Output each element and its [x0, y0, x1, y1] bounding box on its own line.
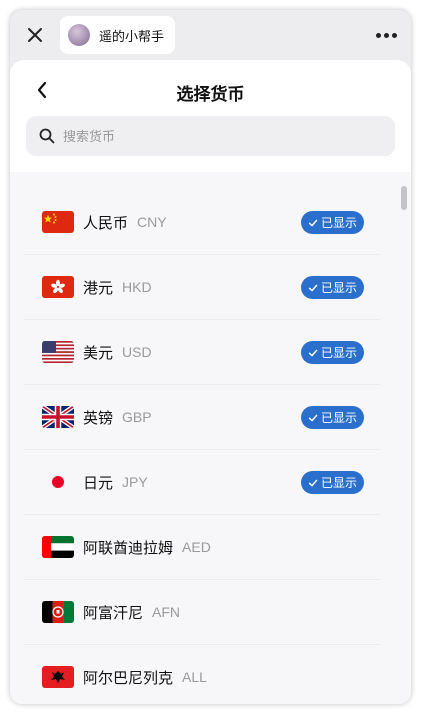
top-bar: 遥的小帮手 [10, 10, 411, 60]
sheet-header: 选择货币 [10, 60, 411, 172]
albania-flag-icon [42, 666, 74, 688]
currency-code: JPY [122, 474, 148, 490]
currency-code: AFN [152, 604, 181, 620]
currency-code: CNY [137, 214, 167, 230]
close-icon [28, 28, 42, 42]
list-item[interactable]: 人民币 CNY 已显示 [24, 190, 380, 255]
currency-name: 美元 [83, 344, 114, 362]
avatar [68, 24, 90, 46]
list-item[interactable]: 美元 USD 已显示 [24, 320, 380, 385]
currency-name: 港元 [83, 279, 114, 297]
mini-program-window: 遥的小帮手 选择货币 人民币 CNY [10, 10, 411, 704]
china-flag-icon [42, 211, 74, 233]
search-bar[interactable] [26, 116, 395, 156]
currency-name: 阿联酋迪拉姆 [83, 539, 174, 557]
usa-flag-icon [42, 341, 74, 363]
more-dot [391, 32, 397, 38]
scrollbar[interactable] [401, 186, 407, 210]
shown-badge[interactable]: 已显示 [301, 341, 364, 364]
check-icon [308, 284, 318, 291]
currency-name: 阿尔巴尼列克 [83, 669, 174, 687]
list-item[interactable]: 日元 JPY 已显示 [24, 450, 380, 515]
more-dots-icon [375, 32, 381, 38]
currency-sheet: 选择货币 人民币 CNY 已显示 [10, 60, 411, 704]
currency-list: 人民币 CNY 已显示 港元 HKD 已显示 美元 USD 已显示 英镑 GBP… [24, 190, 380, 704]
check-icon [308, 414, 318, 421]
uae-flag-icon [42, 536, 74, 558]
currency-code: HKD [122, 279, 152, 295]
shown-badge[interactable]: 已显示 [301, 211, 364, 234]
list-item[interactable]: 阿尔巴尼列克 ALL [24, 645, 380, 704]
currency-name: 英镑 [83, 409, 114, 427]
badge-label: 已显示 [320, 346, 357, 360]
currency-name: 阿富汗尼 [83, 604, 144, 622]
shown-badge[interactable]: 已显示 [301, 471, 364, 494]
more-dot [383, 32, 389, 38]
currency-name: 人民币 [83, 214, 129, 232]
badge-label: 已显示 [320, 281, 357, 295]
shown-badge[interactable]: 已显示 [301, 406, 364, 429]
currency-code: ALL [182, 669, 207, 685]
app-name: 遥的小帮手 [99, 28, 165, 44]
badge-label: 已显示 [320, 411, 357, 425]
list-item[interactable]: 港元 HKD 已显示 [24, 255, 380, 320]
currency-code: USD [122, 344, 152, 360]
check-icon [308, 479, 318, 486]
list-item[interactable]: 阿富汗尼 AFN [24, 580, 380, 645]
check-icon [308, 219, 318, 226]
japan-flag-icon [42, 471, 74, 493]
check-icon [308, 349, 318, 356]
shown-badge[interactable]: 已显示 [301, 276, 364, 299]
more-button[interactable] [373, 24, 399, 46]
search-icon [39, 128, 55, 144]
close-button[interactable] [22, 22, 48, 48]
currency-code: GBP [122, 409, 152, 425]
search-input[interactable] [63, 128, 363, 144]
hong-kong-flag-icon [42, 276, 74, 298]
afghanistan-flag-icon [42, 601, 74, 623]
currency-code: AED [182, 539, 211, 555]
list-item[interactable]: 阿联酋迪拉姆 AED [24, 515, 380, 580]
badge-label: 已显示 [320, 476, 357, 490]
list-item[interactable]: 英镑 GBP 已显示 [24, 385, 380, 450]
uk-flag-icon [42, 406, 74, 428]
app-chip[interactable]: 遥的小帮手 [60, 16, 175, 54]
badge-label: 已显示 [320, 216, 357, 230]
currency-name: 日元 [83, 474, 114, 492]
page-title: 选择货币 [176, 85, 245, 104]
